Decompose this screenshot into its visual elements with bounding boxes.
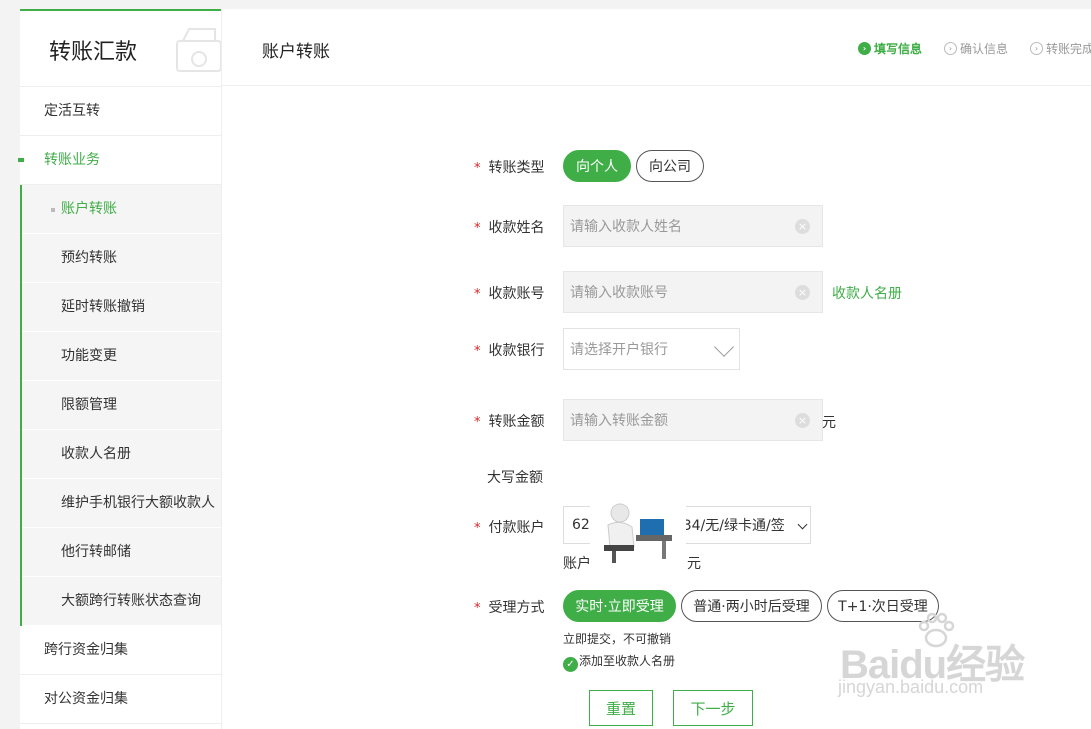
step-confirm-info: › 确认信息 <box>944 40 1008 57</box>
chevron-down-icon <box>714 337 734 357</box>
page: 转账汇款 定活互转 转账业务 账户转账 预约转账 延时转账撤销 功能变更 限额管… <box>0 0 1091 729</box>
step-fill-info: › 填写信息 <box>858 40 922 57</box>
required-mark: * <box>474 601 481 616</box>
placeholder-text: 请输入收款人姓名 <box>570 219 682 235</box>
next-step-button[interactable]: 下一步 <box>673 690 753 726</box>
transfer-to-person-button[interactable]: 向个人 <box>563 150 631 182</box>
baidu-jingyan-watermark: Baidu经验 jingyan.baidu.com <box>838 612 1038 702</box>
label-text: 收款账号 <box>488 286 545 302</box>
step-label: 确认信息 <box>960 42 1009 56</box>
sidebar-subitem-delayed-cancel[interactable]: 延时转账撤销 <box>22 283 221 332</box>
required-mark: * <box>474 344 481 359</box>
step-label: 转账完成 <box>1046 42 1091 56</box>
label-text: 转账金额 <box>488 414 545 430</box>
redaction-figure-icon <box>590 495 686 565</box>
clear-icon[interactable]: × <box>795 413 810 428</box>
amount-unit: 元 <box>822 415 836 431</box>
sidebar-item-interbank-pooling[interactable]: 跨行资金归集 <box>20 626 221 675</box>
checkbox-label: 添加至收款人名册 <box>579 654 676 668</box>
sidebar-subitem-payee-book[interactable]: 收款人名册 <box>22 430 221 479</box>
label-text: 收款银行 <box>488 343 545 359</box>
payee-book-link[interactable]: 收款人名册 <box>832 283 902 303</box>
required-mark: * <box>474 221 481 236</box>
watermark-url: jingyan.baidu.com <box>838 677 984 697</box>
placeholder-text: 请选择开户银行 <box>570 342 668 358</box>
sidebar-subitem-scheduled-transfer[interactable]: 预约转账 <box>22 234 221 283</box>
required-mark: * <box>474 415 481 430</box>
add-to-payee-book-checkbox[interactable]: ✓ 添加至收款人名册 <box>563 652 675 672</box>
arrow-circle-icon: › <box>944 42 958 55</box>
payee-account-label: * 收款账号 <box>474 283 545 303</box>
sidebar-item-corporate-pooling[interactable]: 对公资金归集 <box>20 675 221 724</box>
sidebar-title: 转账汇款 <box>49 40 138 65</box>
page-title: 账户转账 <box>262 42 330 62</box>
required-mark: * <box>474 287 481 302</box>
payee-bank-select[interactable]: 请选择开户银行 <box>563 328 740 370</box>
sidebar-subitem-large-payee[interactable]: 维护手机银行大额收款人 <box>22 479 221 528</box>
sidebar-item-transfer-business[interactable]: 转账业务 <box>18 136 221 185</box>
sidebar-subitem-account-transfer[interactable]: 账户转账 <box>22 185 221 234</box>
placeholder-text: 请输入转账金额 <box>570 413 668 429</box>
payee-bank-label: * 收款银行 <box>474 340 545 360</box>
sidebar-subitem-interbank-postal[interactable]: 他行转邮储 <box>22 528 221 577</box>
wallet-icon <box>176 28 222 72</box>
process-hint: 立即提交，不可撤销 <box>563 632 672 646</box>
label-text: 付款账户 <box>488 520 545 536</box>
sidebar-header: 转账汇款 <box>20 11 222 87</box>
bullet-icon <box>51 208 55 212</box>
payer-account-label: * 付款账户 <box>474 517 545 537</box>
reset-button[interactable]: 重置 <box>589 690 653 726</box>
payer-balance-unit: 元 <box>687 556 701 572</box>
placeholder-text: 请输入收款账号 <box>570 285 668 301</box>
payee-name-input[interactable]: 请输入收款人姓名 × <box>563 205 823 247</box>
amount-label: * 转账金额 <box>474 411 545 431</box>
sidebar-subitem-label: 账户转账 <box>61 201 117 217</box>
page-header: 账户转账 › 填写信息 › 确认信息 › 转账完成 <box>222 9 1091 86</box>
sidebar-item-fixed-demand[interactable]: 定活互转 <box>20 87 221 136</box>
payee-name-label: * 收款姓名 <box>474 217 545 237</box>
label-text: 收款姓名 <box>488 220 545 236</box>
clear-icon[interactable]: × <box>795 219 810 234</box>
sidebar-subitem-function-change[interactable]: 功能变更 <box>22 332 221 381</box>
sidebar: 转账汇款 定活互转 转账业务 账户转账 预约转账 延时转账撤销 功能变更 限额管… <box>18 9 222 729</box>
progress-steps: › 填写信息 › 确认信息 › 转账完成 <box>858 40 1091 57</box>
clear-icon[interactable]: × <box>795 285 810 300</box>
process-mode-label: * 受理方式 <box>474 597 545 617</box>
arrow-circle-icon: › <box>858 42 871 55</box>
label-text: 受理方式 <box>488 600 545 616</box>
amount-input[interactable]: 请输入转账金额 × <box>563 399 823 441</box>
step-label: 填写信息 <box>874 42 923 56</box>
required-mark: * <box>474 521 481 536</box>
label-text: 转账类型 <box>488 160 545 176</box>
transfer-to-company-button[interactable]: 向公司 <box>636 150 704 182</box>
chevron-down-icon <box>797 519 808 530</box>
step-complete: › 转账完成 <box>1030 40 1091 57</box>
arrow-circle-icon: › <box>1030 42 1044 55</box>
account-suffix: 934/无/绿卡通/签 <box>673 518 785 534</box>
payee-account-input[interactable]: 请输入收款账号 × <box>563 271 823 313</box>
payer-balance-prefix: 账户 <box>563 556 591 572</box>
amount-upper-label: 大写金额 <box>487 470 543 486</box>
check-circle-icon: ✓ <box>563 657 578 672</box>
process-realtime-button[interactable]: 实时·立即受理 <box>563 590 676 622</box>
account-prefix: 62 <box>572 517 590 533</box>
sidebar-subitem-limit-management[interactable]: 限额管理 <box>22 381 221 430</box>
sidebar-subitem-large-status[interactable]: 大额跨行转账状态查询 <box>22 577 221 626</box>
process-normal-button[interactable]: 普通·两小时后受理 <box>681 590 822 622</box>
transfer-type-label: * 转账类型 <box>474 157 545 177</box>
sidebar-submenu: 账户转账 预约转账 延时转账撤销 功能变更 限额管理 收款人名册 维护手机银行大… <box>20 185 221 626</box>
required-mark: * <box>474 161 481 176</box>
